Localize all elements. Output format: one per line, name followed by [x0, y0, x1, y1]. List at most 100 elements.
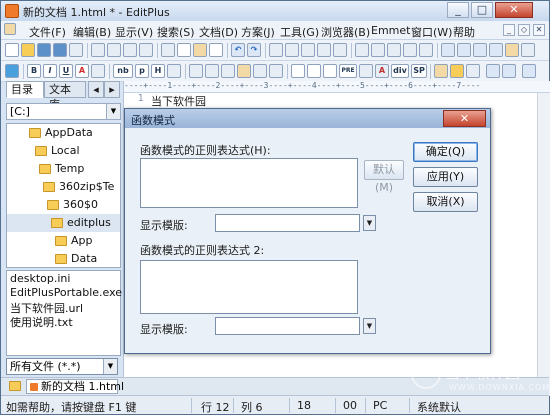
- div-button[interactable]: div: [391, 64, 409, 78]
- file-item[interactable]: EditPlusPortable.exe: [10, 286, 122, 299]
- char-table-icon[interactable]: [502, 64, 516, 78]
- html-toolbar-icon[interactable]: [486, 64, 500, 78]
- menu-view[interactable]: 显示(V): [115, 24, 153, 40]
- template2-input[interactable]: [215, 317, 360, 335]
- help-icon[interactable]: [521, 43, 535, 57]
- mdi-close-button[interactable]: ✕: [533, 24, 545, 36]
- menu-document[interactable]: 文档(D): [199, 24, 238, 40]
- cut-icon[interactable]: [161, 43, 175, 57]
- new-file-icon[interactable]: [5, 43, 19, 57]
- tab-scroll-left-icon[interactable]: ◂: [88, 81, 104, 98]
- word-wrap-icon[interactable]: [355, 43, 369, 57]
- horizontal-rule-icon[interactable]: [269, 64, 283, 78]
- goto-icon[interactable]: [317, 43, 331, 57]
- document-tab[interactable]: 新的文档 1.html: [26, 379, 124, 394]
- nbsp-button[interactable]: nb: [113, 64, 133, 78]
- mdi-restore-button[interactable]: ◇: [518, 24, 530, 36]
- menu-window[interactable]: 窗口(W): [411, 24, 452, 40]
- span-button[interactable]: SP: [411, 64, 427, 78]
- spell-check-icon[interactable]: [123, 43, 137, 57]
- script-icon[interactable]: [450, 64, 464, 78]
- undo-icon[interactable]: ↶: [231, 43, 245, 57]
- regex2-input[interactable]: [140, 260, 358, 314]
- line-number-icon[interactable]: [387, 43, 401, 57]
- color-picker-icon[interactable]: [466, 64, 480, 78]
- menu-help[interactable]: 帮助: [453, 24, 475, 40]
- tab-directory[interactable]: 目录: [6, 81, 44, 98]
- image-icon[interactable]: [189, 64, 203, 78]
- menu-file[interactable]: 文件(F): [29, 24, 66, 40]
- drive-select[interactable]: [C:] ▼: [6, 103, 121, 120]
- comment-icon[interactable]: [359, 64, 373, 78]
- find-icon[interactable]: [139, 43, 153, 57]
- tab-cliptext[interactable]: 文本库: [44, 81, 86, 111]
- template2-dropdown-button[interactable]: ▼: [363, 318, 376, 334]
- dialog-close-button[interactable]: ✕: [443, 110, 486, 127]
- ruler-icon[interactable]: [371, 43, 385, 57]
- align-right-icon[interactable]: [323, 64, 337, 78]
- template1-dropdown-button[interactable]: ▼: [363, 215, 376, 231]
- italic-button[interactable]: I: [43, 64, 57, 78]
- replace-icon[interactable]: [301, 43, 315, 57]
- html-toolbar-options-icon[interactable]: [522, 64, 536, 78]
- tree-item-data[interactable]: Data: [7, 250, 120, 268]
- menu-edit[interactable]: 编辑(B): [73, 24, 111, 40]
- underline-button[interactable]: U: [59, 64, 73, 78]
- default-button[interactable]: 默认(M): [364, 160, 404, 194]
- pre-button[interactable]: PRE: [339, 64, 357, 78]
- table-icon[interactable]: [91, 64, 105, 78]
- tree-item-editplus[interactable]: editplus: [7, 214, 120, 232]
- regex1-input[interactable]: [140, 158, 358, 208]
- cancel-button[interactable]: 取消(X): [413, 192, 478, 212]
- print-icon[interactable]: [91, 43, 105, 57]
- menu-tools[interactable]: 工具(G): [280, 24, 319, 40]
- anchor-icon[interactable]: [167, 64, 181, 78]
- open-folder-icon[interactable]: [21, 43, 35, 57]
- editor-line[interactable]: 当下软件园: [151, 93, 206, 109]
- output-window-icon[interactable]: [473, 43, 487, 57]
- save-all-icon[interactable]: [53, 43, 67, 57]
- directory-window-icon[interactable]: [441, 43, 455, 57]
- font-color-button[interactable]: A: [75, 64, 89, 78]
- file-item[interactable]: 使用说明.txt: [10, 314, 73, 330]
- menu-project[interactable]: 方案(J): [241, 24, 275, 40]
- ok-button[interactable]: 确定(Q): [413, 142, 478, 162]
- folder-icon[interactable]: [9, 381, 21, 391]
- line-break-icon[interactable]: [253, 64, 267, 78]
- file-type-filter[interactable]: 所有文件 (*.*) ▼: [6, 358, 118, 375]
- form-icon[interactable]: [221, 64, 235, 78]
- tree-item-360zip[interactable]: 360zip$Te: [7, 178, 120, 196]
- align-left-icon[interactable]: [291, 64, 305, 78]
- paragraph-button[interactable]: p: [135, 64, 149, 78]
- menu-browser[interactable]: 浏览器(B): [321, 24, 370, 40]
- font-icon[interactable]: [333, 43, 347, 57]
- column-icon[interactable]: [403, 43, 417, 57]
- tree-item-appdata[interactable]: AppData: [7, 124, 120, 142]
- list-icon[interactable]: [205, 64, 219, 78]
- redo-icon[interactable]: ↷: [247, 43, 261, 57]
- menu-emmet[interactable]: Emmet: [371, 24, 410, 37]
- tab-scroll-right-icon[interactable]: ▸: [104, 81, 120, 98]
- close-window-button[interactable]: ✕: [495, 2, 533, 18]
- tree-item-app[interactable]: App: [7, 232, 120, 250]
- save-icon[interactable]: [37, 43, 51, 57]
- file-item[interactable]: desktop.ini: [10, 272, 70, 285]
- font-tag-icon[interactable]: A: [375, 64, 389, 78]
- apply-button[interactable]: 应用(Y): [413, 167, 478, 187]
- cliptext-icon[interactable]: [457, 43, 471, 57]
- tile-icon[interactable]: [489, 43, 503, 57]
- delete-icon[interactable]: [209, 43, 223, 57]
- minimize-button[interactable]: _: [447, 2, 469, 18]
- ftp-icon[interactable]: [69, 43, 83, 57]
- tree-item-local[interactable]: Local: [7, 142, 120, 160]
- heading-button[interactable]: H: [151, 64, 165, 78]
- css-icon[interactable]: [434, 64, 448, 78]
- tree-item-temp[interactable]: Temp: [7, 160, 120, 178]
- maximize-button[interactable]: □: [471, 2, 493, 18]
- bold-button[interactable]: B: [27, 64, 41, 78]
- print-preview-icon[interactable]: [107, 43, 121, 57]
- tree-item-360-0[interactable]: 360$0: [7, 196, 120, 214]
- template1-input[interactable]: [215, 214, 360, 232]
- browser-preview-icon[interactable]: [5, 64, 19, 78]
- edit-icon[interactable]: [237, 64, 251, 78]
